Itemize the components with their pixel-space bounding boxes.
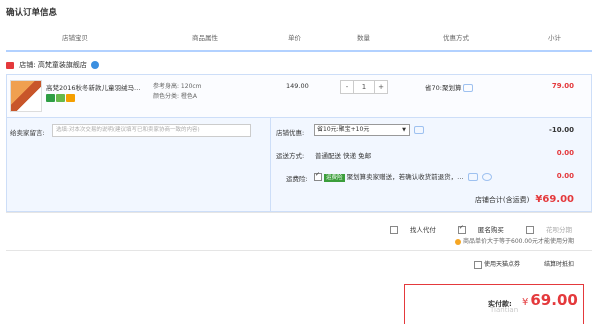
qty-input[interactable]: 1 <box>354 80 374 94</box>
tmall-points-checkbox[interactable] <box>474 260 483 269</box>
insurance-tag: 运费险 <box>324 174 345 182</box>
anonymous-option[interactable]: 匿名购买 <box>448 224 504 234</box>
insurance-text: 聚划算卖家赠送，若确认收货前退货，… <box>346 173 464 181</box>
info-icon <box>455 238 461 245</box>
insurance-option: 运费险 聚划算卖家赠送，若确认收货前退货，… <box>314 171 492 182</box>
guarantee-icon <box>56 94 65 102</box>
qty-minus-button[interactable]: - <box>340 80 354 94</box>
points-note: 结算时抵扣 <box>543 261 574 268</box>
item-subtotal: 79.00 <box>551 82 574 90</box>
shipping-method: 普通配送 快递 免邮 <box>315 152 372 160</box>
store-total-amount: ¥69.00 <box>535 194 574 205</box>
anonymous-checkbox[interactable] <box>457 224 466 234</box>
proxy-pay-label: 找人代付 <box>409 226 436 234</box>
store-total: 店铺合计(含运费) ¥69.00 <box>475 194 574 205</box>
coupon-label: 店铺优惠: <box>276 129 305 137</box>
chat-icon[interactable] <box>463 84 474 92</box>
huabei-option[interactable]: 花呗分期 <box>516 226 572 234</box>
col-item: 店铺宝贝 <box>62 34 88 42</box>
page-title: 确认订单信息 <box>6 8 58 18</box>
huabei-label: 花呗分期 <box>546 226 572 234</box>
divider <box>6 250 592 251</box>
seven-day-return-icon <box>46 94 55 102</box>
coupon-amount: -10.00 <box>548 126 574 134</box>
help-icon[interactable] <box>481 173 492 181</box>
insurance-chat-icon[interactable] <box>467 173 478 181</box>
shop-line: 店铺: 高梵童装旗舰店 <box>6 60 100 72</box>
divider <box>6 212 592 213</box>
final-amount-value: 69.00 <box>530 291 578 309</box>
sku-color: 颜色分类: 橙色A <box>153 93 198 100</box>
proxy-pay-checkbox[interactable] <box>389 226 398 234</box>
watermark: Tiantian <box>490 306 519 314</box>
wangwang-icon[interactable] <box>91 61 100 69</box>
shipping-amount: 0.00 <box>556 149 574 157</box>
huabei-checkbox[interactable] <box>526 226 534 234</box>
shop-icon <box>6 61 14 69</box>
installment-note-text: 商品单价大于等于600.00元才能使用分期 <box>463 238 574 245</box>
installment-note: 商品单价大于等于600.00元才能使用分期 <box>455 236 574 245</box>
chevron-down-icon: ▼ <box>402 127 406 133</box>
col-promo: 优惠方式 <box>443 34 469 42</box>
tmall-points-label: 使用天猫点券 <box>484 261 521 268</box>
item-row <box>6 74 592 118</box>
final-amount: ¥69.00 <box>522 291 578 309</box>
pay-options: 找人代付 匿名购买 花呗分期 <box>370 224 572 234</box>
service-badges <box>46 94 76 102</box>
sku-height: 参考身高: 120cm <box>153 83 202 90</box>
col-price: 单价 <box>288 34 301 42</box>
shop-name[interactable]: 店铺: 高梵童装旗舰店 <box>19 61 87 69</box>
col-qty: 数量 <box>357 34 370 42</box>
message-input[interactable]: 选填:对本次交易的说明(建议填写已和卖家协商一致的内容) <box>52 124 251 137</box>
currency-symbol: ¥ <box>522 297 529 308</box>
column-header: 店铺宝贝 商品属性 单价 数量 优惠方式 小计 <box>6 24 592 52</box>
proxy-pay-option[interactable]: 找人代付 <box>380 226 436 234</box>
coupon-select[interactable]: 省10元:聚宝+10元 ▼ <box>314 124 410 136</box>
product-thumbnail[interactable] <box>10 80 42 112</box>
anonymous-label: 匿名购买 <box>477 226 504 234</box>
message-label: 给卖家留言: <box>10 129 45 137</box>
quantity-stepper: - 1 + <box>340 80 388 94</box>
promo-text: 省70:聚划算 <box>425 82 474 92</box>
insurance-amount: 0.00 <box>556 172 574 180</box>
product-name[interactable]: 高梵2016秋冬新款儿童羽绒马… <box>46 82 141 92</box>
credit-card-icon <box>66 94 75 102</box>
coupon-chat-icon[interactable] <box>414 126 424 134</box>
qty-plus-button[interactable]: + <box>374 80 388 94</box>
unit-price: 149.00 <box>286 82 309 90</box>
col-attr: 商品属性 <box>192 34 218 42</box>
store-total-label: 店铺合计(含运费) <box>474 196 530 204</box>
promo-label: 省70:聚划算 <box>425 84 462 92</box>
tmall-points: 使用天猫点券 结算时抵扣 <box>474 259 574 269</box>
sku-info: 参考身高: 120cm 颜色分类: 橙色A <box>153 82 202 102</box>
shipping-label: 运送方式: <box>276 152 305 160</box>
insurance-checkbox[interactable] <box>314 171 322 181</box>
insurance-label: 运费险: <box>286 175 308 183</box>
col-subtotal: 小计 <box>548 34 561 42</box>
coupon-select-value: 省10元:聚宝+10元 <box>317 126 370 133</box>
divider <box>270 118 271 212</box>
